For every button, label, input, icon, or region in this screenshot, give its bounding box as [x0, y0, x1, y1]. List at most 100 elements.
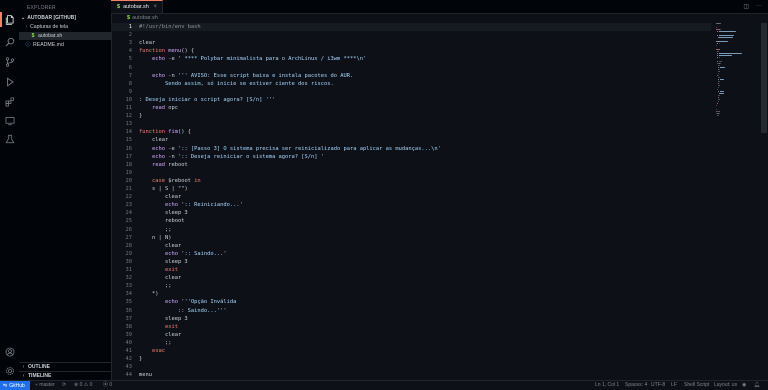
minimap-line	[718, 101, 719, 103]
line-number: 11	[125, 105, 133, 111]
minimap-line	[719, 31, 736, 33]
split-editor-icon[interactable]: ◫	[743, 3, 749, 10]
code-text: sleep 3	[139, 315, 188, 322]
outline-section[interactable]: › OUTLINE	[19, 362, 111, 371]
minimap-line	[718, 113, 720, 115]
minimap-line	[719, 67, 725, 69]
code-text: }	[139, 356, 143, 363]
editor-actions: ◫ ···	[743, 3, 762, 10]
notifications-icon[interactable]: 🔔︎	[754, 381, 760, 390]
line-number: 28	[125, 242, 133, 249]
breadcrumb[interactable]: $ autobar.sh	[111, 14, 727, 23]
code-text: reboot	[139, 218, 185, 225]
extensions-icon[interactable]	[4, 96, 15, 107]
line-number: 22	[125, 194, 133, 201]
code-text: read opc	[151, 105, 178, 111]
code-text: Sendo assim, só inicie se estiver ciente…	[139, 80, 334, 87]
cursor-position[interactable]: Ln 1, Col 1	[595, 381, 619, 390]
problems-indicator[interactable]: ⊗ 0 ⚠ 0	[74, 381, 92, 390]
explorer-item-capturas-de-tela[interactable]: › Capturas de tela	[19, 23, 111, 31]
branch-icon: ⑂	[35, 382, 39, 388]
line-number: 3	[128, 40, 132, 47]
code-text: : Deseja iniciar o script agora? [S/n] '…	[139, 96, 276, 103]
code-text: s | S | "")	[139, 186, 188, 192]
sidebar-title: EXPLORER	[27, 5, 56, 11]
code-text: #!/usr/bin/env bash	[139, 24, 201, 30]
indentation[interactable]: Spaces: 4	[625, 381, 647, 390]
line-number: 44	[125, 372, 133, 379]
line-number: 7	[128, 72, 132, 79]
chevron-down-icon: ⌄	[21, 15, 26, 21]
code-text: exit	[164, 323, 178, 330]
minimap-line	[717, 115, 719, 117]
code-text: echo ':: Saindo...'	[164, 250, 227, 257]
search-icon[interactable]	[4, 36, 15, 47]
sync-icon[interactable]: ⟳	[62, 381, 66, 390]
explorer-item-readme[interactable]: ⓘ README.md	[19, 41, 111, 49]
minimap-line	[719, 55, 732, 57]
code-editor[interactable]: 1 #!/usr/bin/env bash 2 3 clear 4 function men…	[111, 23, 711, 380]
keyboard-layout[interactable]: Layout: us	[714, 381, 737, 390]
chevron-right-icon: ›	[25, 24, 28, 30]
tab-autobar-sh[interactable]: $ autobar.sh ×	[111, 0, 163, 13]
line-ending[interactable]: LF	[671, 381, 677, 390]
files-icon[interactable]	[0, 12, 15, 27]
line-number: 1	[128, 24, 132, 30]
language-mode[interactable]: Shell Script	[684, 381, 709, 390]
ports-icon[interactable]: ⦿ 0	[103, 381, 112, 390]
line-number: 21	[125, 186, 133, 192]
line-number: 38	[125, 323, 133, 330]
timeline-section[interactable]: › TIMELINE	[19, 371, 111, 380]
source-control-icon[interactable]	[4, 56, 15, 67]
minimap-line	[718, 87, 719, 89]
remote-indicator[interactable]: ⇋ GitHub	[0, 381, 30, 390]
code-text: echo -n ':: Deseja reiniciar o sistema a…	[151, 153, 324, 160]
line-number: 4	[128, 48, 132, 55]
run-debug-icon[interactable]	[4, 76, 15, 87]
minimap[interactable]	[716, 23, 760, 123]
scrollbar-thumb[interactable]	[761, 23, 767, 133]
remote-explorer-icon[interactable]	[4, 115, 15, 126]
code-text: clear	[139, 275, 182, 282]
editor-scrollbar[interactable]	[761, 23, 767, 380]
minimap-line	[716, 23, 722, 25]
close-icon[interactable]: ×	[153, 4, 157, 10]
code-text: menu	[139, 372, 152, 379]
line-number: 32	[125, 275, 133, 282]
code-text: echo -e ':: [Passo 3] O sistema precisa …	[151, 145, 441, 152]
code-text: function menu() {	[139, 48, 195, 55]
line-number: 25	[125, 218, 133, 225]
more-actions-icon[interactable]: ···	[756, 3, 762, 10]
code-text: clear	[139, 194, 182, 201]
line-number: 33	[125, 283, 133, 290]
account-icon[interactable]	[4, 346, 15, 357]
code-text: echo '''Opção Inválida	[164, 299, 237, 306]
explorer-item-autobar-sh[interactable]: $ autobar.sh	[19, 32, 111, 40]
line-number: 6	[128, 64, 132, 71]
code-text: esac	[151, 348, 165, 354]
line-number: 14	[125, 129, 133, 136]
line-number: 8	[128, 80, 132, 87]
activity-bar	[0, 0, 20, 380]
minimap-line	[716, 45, 717, 47]
chevron-right-icon: ›	[22, 364, 25, 370]
encoding[interactable]: UTF-8	[651, 381, 665, 390]
line-number: 10	[125, 96, 133, 103]
line-number: 23	[125, 202, 133, 209]
line-number: 24	[125, 210, 133, 217]
settings-gear-icon[interactable]	[4, 365, 15, 376]
line-number: 20	[125, 177, 133, 184]
minimap-line	[718, 37, 733, 39]
code-text: clear	[139, 242, 182, 249]
copilot-icon[interactable]: ◉	[742, 381, 746, 390]
branch-indicator[interactable]: ⑂ master	[35, 381, 55, 390]
code-line[interactable]: 1 #!/usr/bin/env bash	[111, 23, 711, 32]
shell-file-icon: $	[31, 33, 35, 39]
testing-icon[interactable]	[4, 133, 15, 144]
tab-bar: $ autobar.sh × ◫ ···	[111, 0, 768, 14]
workspace-header[interactable]: ⌄ AUTOBAR [GITHUB]	[21, 14, 76, 22]
line-number: 40	[125, 339, 133, 346]
code-text: ;;	[139, 339, 172, 346]
breadcrumb-file[interactable]: autobar.sh	[132, 15, 158, 21]
minimap-line	[719, 63, 721, 65]
